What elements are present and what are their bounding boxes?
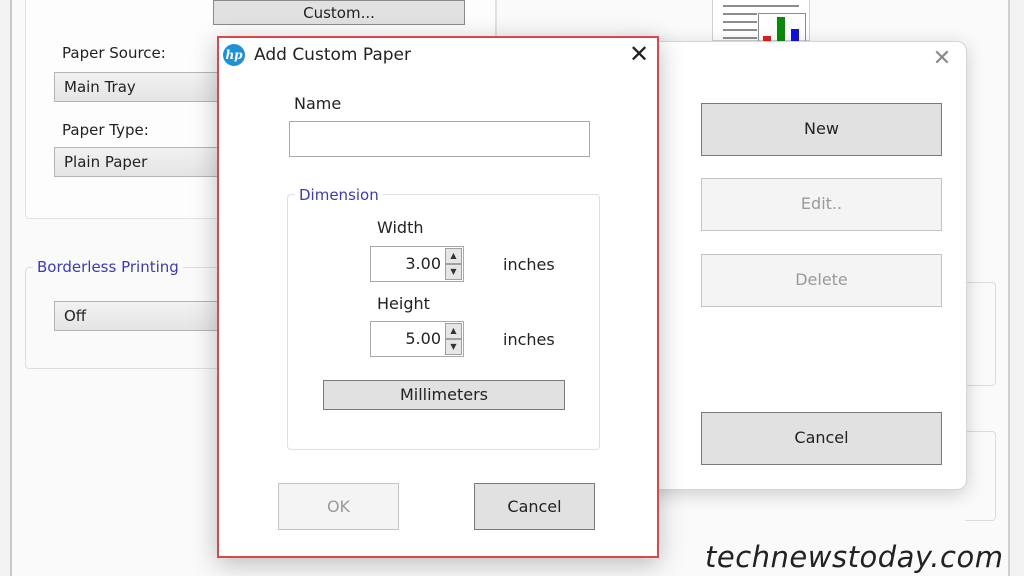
preview-bar-blue [791,29,799,41]
preview-line [723,13,757,15]
dimension-legend: Dimension [295,186,383,204]
new-button[interactable]: New [701,103,942,156]
background-group-box [965,431,996,521]
preview-line [723,29,757,31]
close-icon[interactable]: ✕ [627,42,651,66]
dialog-title: Add Custom Paper [254,45,411,65]
ok-button[interactable]: OK [278,483,399,530]
cancel-button[interactable]: Cancel [474,483,595,530]
print-preview-thumbnail [712,0,810,41]
preview-bar-green [777,17,785,41]
paper-source-select[interactable]: Main Tray [54,72,244,102]
borderless-printing-legend: Borderless Printing [33,258,183,276]
paper-type-select[interactable]: Plain Paper [54,147,244,177]
width-value[interactable]: 3.00 [371,247,443,281]
hp-logo-icon: hp [223,44,245,66]
height-value[interactable]: 5.00 [371,322,443,356]
width-label: Width [377,218,424,237]
name-input[interactable] [289,121,590,157]
height-label: Height [377,294,430,313]
background-group-box [965,282,996,386]
custom-size-button[interactable]: Custom... [213,0,465,25]
watermark-text: technewstoday.com [705,540,1004,574]
window-left-border [10,0,12,576]
width-unit-label: inches [503,255,555,274]
width-stepper[interactable]: 3.00 ▲ ▼ [370,246,464,282]
preview-line [723,37,757,39]
name-label: Name [294,94,342,113]
paper-type-label: Paper Type: [62,121,149,139]
preview-line [723,5,799,7]
panel-divider [495,0,496,40]
width-decrement-icon[interactable]: ▼ [445,264,462,280]
edit-button[interactable]: Edit.. [701,178,942,231]
paper-source-label: Paper Source: [62,44,166,62]
height-increment-icon[interactable]: ▲ [445,323,462,339]
window-right-border [1008,0,1010,576]
height-unit-label: inches [503,330,555,349]
preview-line [723,21,757,23]
borderless-printing-select[interactable]: Off [54,301,244,331]
width-increment-icon[interactable]: ▲ [445,248,462,264]
manager-close-icon[interactable]: ✕ [932,48,952,70]
millimeters-button[interactable]: Millimeters [323,380,565,410]
height-decrement-icon[interactable]: ▼ [445,339,462,355]
preview-chart [758,13,806,41]
manager-cancel-button[interactable]: Cancel [701,412,942,465]
delete-button[interactable]: Delete [701,254,942,307]
height-stepper[interactable]: 5.00 ▲ ▼ [370,321,464,357]
